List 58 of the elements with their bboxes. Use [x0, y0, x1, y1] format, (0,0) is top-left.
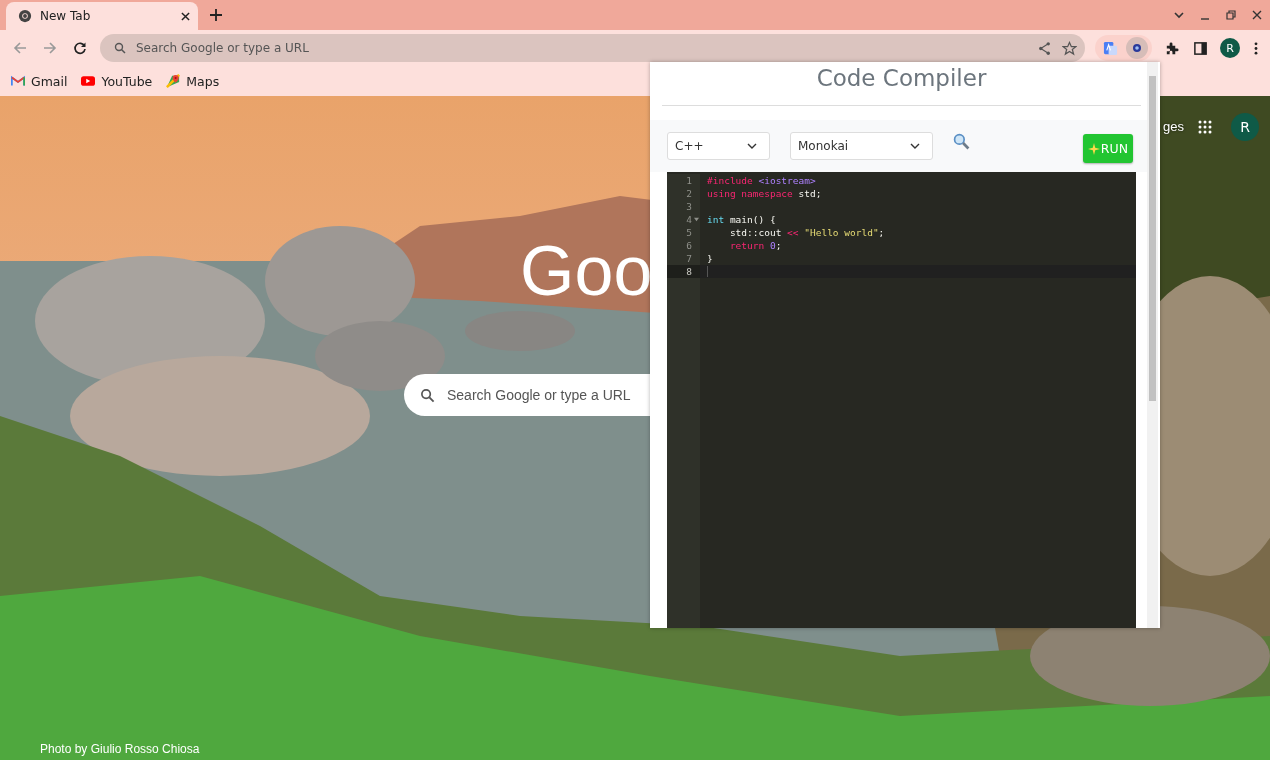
address-input[interactable]: Search Google or type a URL — [136, 41, 436, 55]
line-number: 3 — [686, 201, 692, 213]
side-panel-icon[interactable] — [1193, 40, 1208, 56]
code-line: std::cout << "Hello world"; — [728, 227, 885, 239]
code-line: } — [707, 253, 713, 265]
sparkle-icon — [1087, 142, 1100, 155]
envelope-icon — [11, 74, 25, 88]
popup-title: Code Compiler — [662, 62, 1141, 107]
play-icon — [81, 74, 96, 88]
star-icon[interactable] — [1062, 40, 1077, 56]
apps-grid-icon[interactable] — [1198, 120, 1212, 134]
browser-tab[interactable]: New Tab — [6, 2, 198, 30]
line-number: 2 — [686, 188, 692, 200]
caret-icon — [910, 142, 920, 149]
code-line: int main() { — [707, 214, 776, 226]
share-icon[interactable] — [1037, 40, 1052, 56]
search-icon — [114, 42, 126, 54]
search-icon[interactable] — [953, 133, 970, 151]
chevron-down-icon[interactable] — [1173, 9, 1185, 21]
fold-arrow-icon[interactable] — [693, 217, 699, 223]
bookmark-label: YouTube — [101, 73, 153, 89]
menu-icon[interactable] — [1254, 40, 1258, 56]
plus-icon[interactable] — [210, 9, 222, 21]
extension-icon[interactable] — [1126, 37, 1148, 59]
code-line: return 0; — [728, 240, 782, 252]
code-line: using namespace std; — [707, 188, 822, 200]
bookmark-label: Gmail — [31, 73, 68, 89]
line-number: 1 — [686, 175, 692, 187]
code-editor[interactable]: 1 2 3 4 5 6 7 8 #include <iostream> using namespace std; int main() { std::cout << "Hello world"; return 0; } — [667, 172, 1136, 628]
text-cursor — [707, 266, 708, 278]
puzzle-icon[interactable] — [1164, 40, 1179, 56]
scrollbar[interactable] — [1147, 62, 1158, 628]
code-line: #include <iostream> — [707, 175, 816, 187]
tab-title: New Tab — [40, 9, 92, 23]
line-number: 4 — [686, 214, 692, 226]
bookmark-label: Maps — [186, 73, 220, 89]
bookmark[interactable]: YouTube — [81, 73, 153, 89]
translate-icon[interactable] — [1103, 40, 1118, 56]
caret-icon — [747, 142, 757, 149]
address-bar[interactable]: Search Google or type a URL — [100, 34, 1085, 62]
reload-icon[interactable] — [73, 41, 87, 55]
line-number: 5 — [686, 227, 692, 239]
logo-text: Goo — [520, 236, 653, 306]
images-link[interactable]: ges — [1163, 119, 1184, 134]
line-number: 8 — [686, 266, 692, 278]
bookmark[interactable]: Gmail — [11, 73, 68, 89]
line-number: 7 — [686, 253, 692, 265]
close-icon[interactable] — [1251, 9, 1263, 21]
theme-dropdown[interactable]: Monokai — [790, 131, 933, 160]
line-number: 6 — [686, 240, 692, 252]
search-icon — [420, 387, 435, 403]
language-dropdown[interactable]: C++ — [667, 131, 770, 160]
map-pin-icon — [166, 74, 181, 88]
profile-avatar[interactable]: R — [1220, 38, 1240, 58]
restore-icon[interactable] — [1225, 9, 1237, 21]
close-icon[interactable] — [181, 11, 190, 21]
chrome-icon — [18, 9, 32, 23]
bookmark[interactable]: Maps — [166, 73, 220, 89]
